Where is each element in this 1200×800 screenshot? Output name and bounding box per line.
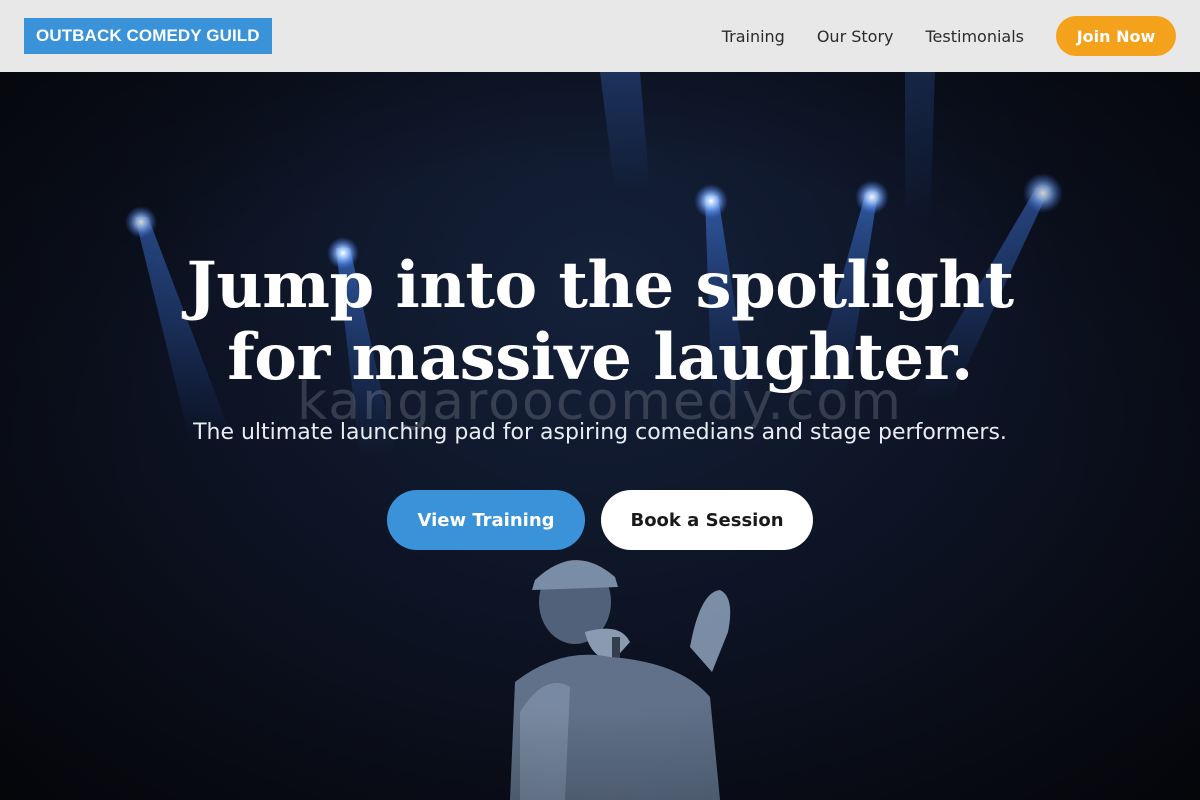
join-now-button[interactable]: Join Now: [1056, 16, 1176, 56]
hero-subtitle: The ultimate launching pad for aspiring …: [193, 420, 1007, 445]
headline-line-1: Jump into the spotlight: [186, 248, 1014, 323]
main-nav: Training Our Story Testimonials Join Now: [722, 16, 1176, 56]
nav-link-testimonials[interactable]: Testimonials: [926, 27, 1025, 46]
nav-link-our-story[interactable]: Our Story: [817, 27, 894, 46]
book-session-button[interactable]: Book a Session: [601, 490, 813, 550]
hero-section: Jump into the spotlight for massive laug…: [0, 72, 1200, 800]
site-header: OUTBACK COMEDY GUILD Training Our Story …: [0, 0, 1200, 72]
site-logo[interactable]: OUTBACK COMEDY GUILD: [24, 18, 272, 54]
view-training-button[interactable]: View Training: [387, 490, 585, 550]
nav-link-training[interactable]: Training: [722, 27, 785, 46]
